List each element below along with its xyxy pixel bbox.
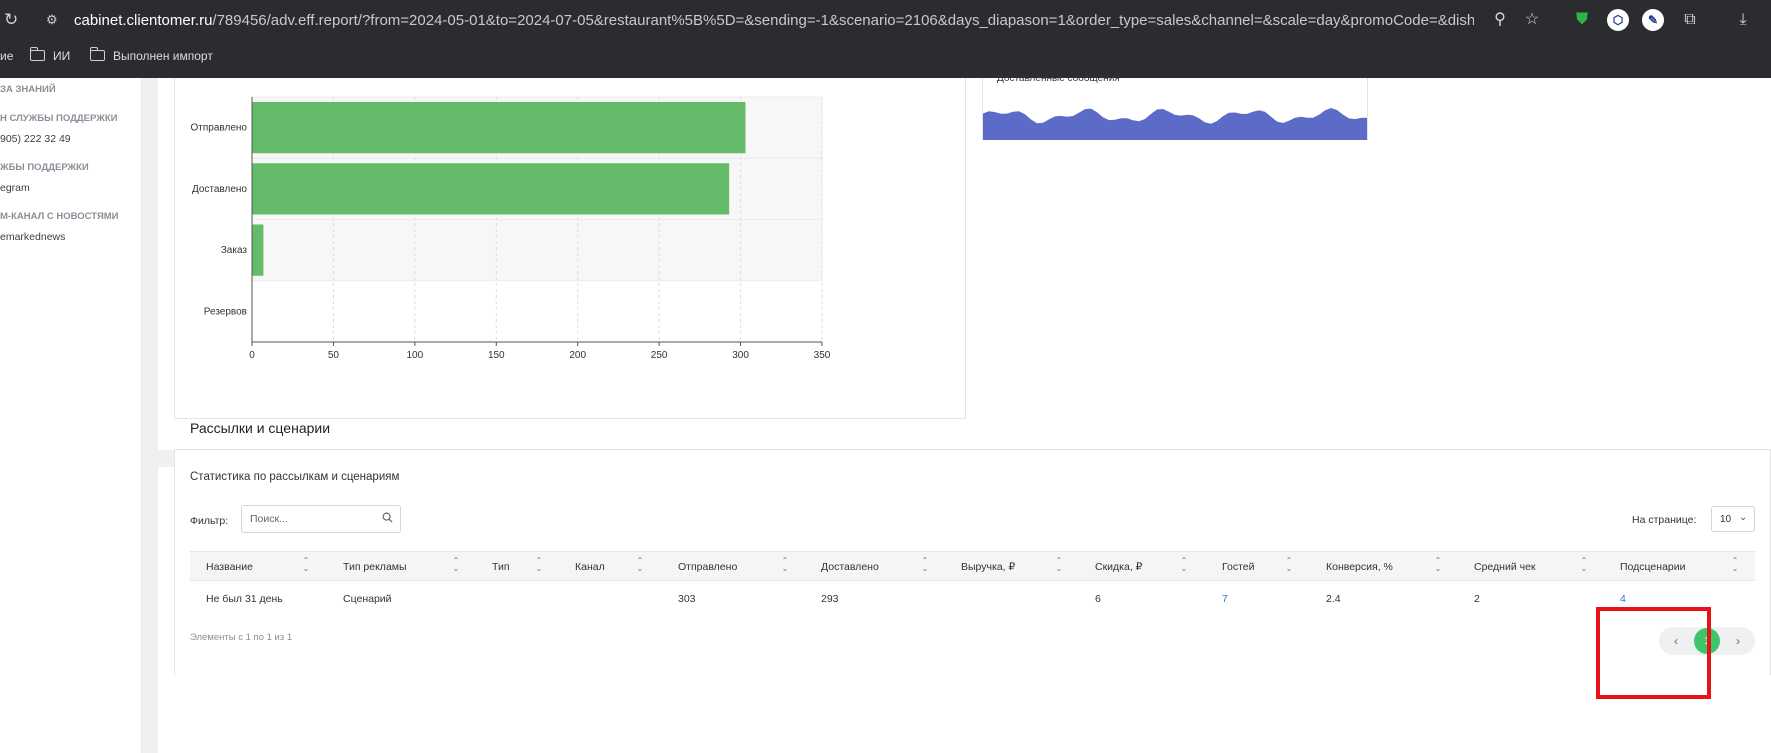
sort-icon[interactable]: ⌃ ⌄ <box>781 557 789 573</box>
pen-extension-icon[interactable]: ✎ <box>1642 9 1664 31</box>
bookmark-label: ИИ <box>53 49 71 63</box>
browser-chrome: ↻ ⚙ cabinet.clientomer.ru/789456/adv.eff… <box>0 0 1771 78</box>
sort-icon[interactable]: ⌃ ⌄ <box>535 557 543 573</box>
sort-icon[interactable]: ⌃ ⌄ <box>1180 557 1188 573</box>
site-settings-icon[interactable]: ⚙ <box>46 11 64 29</box>
bookmark-item[interactable]: ие <box>0 48 13 64</box>
sort-icon[interactable]: ⌃ ⌄ <box>452 557 460 573</box>
search-input[interactable] <box>250 511 378 527</box>
section-title: Рассылки и сценарии <box>190 420 331 436</box>
sort-icon[interactable]: ⌃ ⌄ <box>1580 557 1588 573</box>
chart-band <box>251 219 823 282</box>
folder-icon <box>29 47 45 61</box>
sidebar-knowledge-base[interactable]: ЗА ЗНАНИЙ <box>0 84 56 95</box>
chart-category-label: Заказ <box>221 245 248 256</box>
sort-icon[interactable]: ⌃ ⌄ <box>1731 557 1739 573</box>
red-highlight-box <box>1596 607 1711 699</box>
sidebar-telegram-link[interactable]: egram <box>0 182 30 194</box>
cell-delivered: 293 <box>821 593 839 605</box>
chart-x-tick-label: 50 <box>328 350 340 361</box>
chart-bar <box>252 224 264 276</box>
delivered-messages-panel: Доставленные сообщения <box>982 73 1368 140</box>
column-header-ad-type[interactable]: Тип рекламы <box>343 561 407 573</box>
column-header-discount[interactable]: Скидка, ₽ <box>1095 561 1142 573</box>
reload-icon[interactable]: ↻ <box>4 10 24 30</box>
hexagon-extension-icon[interactable]: ⬡ <box>1607 9 1629 31</box>
cell-conversion: 2.4 <box>1326 593 1341 605</box>
download-icon[interactable]: ⤓ <box>1732 9 1754 31</box>
table-header: Название ⌃ ⌄ Тип рекламы ⌃ ⌄ Тип ⌃ ⌄ Канал … <box>190 551 1755 581</box>
search-icon[interactable] <box>382 512 393 523</box>
table-subtitle: Статистика по рассылкам и сценариям <box>190 471 400 483</box>
sidebar-news-channel-link[interactable]: emarkednews <box>0 231 65 243</box>
chart-x-tick-label: 0 <box>249 350 255 361</box>
sidebar-news-channel-label: М-КАНАЛ С НОВОСТЯМИ <box>0 211 119 222</box>
chart-x-tick-label: 350 <box>814 350 831 361</box>
chart-bar <box>252 102 746 154</box>
column-header-type[interactable]: Тип <box>492 561 510 573</box>
folder-icon <box>89 47 105 61</box>
chart-category-label: Отправлено <box>191 123 248 134</box>
column-header-name[interactable]: Название <box>206 561 253 573</box>
chart-x-tick-label: 250 <box>651 350 668 361</box>
zoom-icon[interactable]: ⚲ <box>1489 9 1511 31</box>
cell-average-check: 2 <box>1474 593 1480 605</box>
shield-extension-icon[interactable]: ⛊ <box>1571 9 1593 31</box>
extensions-puzzle-icon[interactable]: ⧉ <box>1679 9 1701 31</box>
chart-x-tick-label: 100 <box>407 350 424 361</box>
bookmark-star-icon[interactable]: ☆ <box>1521 9 1543 31</box>
per-page-value: 10 <box>1720 514 1732 525</box>
sidebar-support-phone[interactable]: 905) 222 32 49 <box>0 133 71 145</box>
chart-x-tick-label: 300 <box>732 350 749 361</box>
column-header-subscenarios[interactable]: Подсценарии <box>1620 561 1685 573</box>
sort-icon[interactable]: ⌃ ⌄ <box>302 557 310 573</box>
sidebar: ЗА ЗНАНИЙ Н СЛУЖБЫ ПОДДЕРЖКИ 905) 222 32… <box>0 78 142 753</box>
bookmark-folder[interactable]: Выполнен импорт <box>89 47 213 64</box>
sidebar-support-phone-label: Н СЛУЖБЫ ПОДДЕРЖКИ <box>0 113 118 124</box>
delivered-messages-area <box>983 108 1367 140</box>
chart-bar <box>252 163 730 215</box>
pagination-summary: Элементы с 1 по 1 из 1 <box>190 632 293 643</box>
column-header-revenue[interactable]: Выручка, ₽ <box>961 561 1015 573</box>
cell-name: Не был 31 день <box>206 593 283 605</box>
address-bar-row: ↻ ⚙ cabinet.clientomer.ru/789456/adv.eff… <box>0 0 1771 40</box>
sort-icon[interactable]: ⌃ ⌄ <box>636 557 644 573</box>
chart-x-tick-label: 150 <box>488 350 505 361</box>
cell-subscenarios-link[interactable]: 4 <box>1620 593 1626 605</box>
column-header-channel[interactable]: Канал <box>575 561 605 573</box>
sort-icon[interactable]: ⌃ ⌄ <box>921 557 929 573</box>
delivered-messages-area-chart <box>983 108 1367 140</box>
sort-icon[interactable]: ⌃ ⌄ <box>1055 557 1063 573</box>
url-path: /789456/adv.eff.report/?from=2024-05-01&… <box>212 12 1474 29</box>
cell-ad-type: Сценарий <box>343 593 392 605</box>
funnel-chart-panel: Отправлено Доставлено Заказ Резервов 0 50 100 1… <box>174 78 966 419</box>
address-bar[interactable]: cabinet.clientomer.ru/789456/adv.eff.rep… <box>74 11 1474 31</box>
url-host: cabinet.clientomer.ru <box>74 12 213 29</box>
chart-x-tick-label: 200 <box>569 350 586 361</box>
bookmark-label: Выполнен импорт <box>113 49 213 63</box>
chevron-right-icon[interactable]: › <box>1731 633 1745 649</box>
sidebar-support-label: ЖБЫ ПОДДЕРЖКИ <box>0 162 89 173</box>
filter-label: Фильтр: <box>190 515 229 527</box>
column-header-sent[interactable]: Отправлено <box>678 561 737 573</box>
cell-sent: 303 <box>678 593 696 605</box>
chart-category-label: Резервов <box>204 306 247 317</box>
sort-icon[interactable]: ⌃ ⌄ <box>1285 557 1293 573</box>
search-box[interactable] <box>241 505 401 533</box>
sort-icon[interactable]: ⌃ ⌄ <box>1434 557 1442 573</box>
cell-discount: 6 <box>1095 593 1101 605</box>
bookmark-folder[interactable]: ИИ <box>29 47 71 64</box>
per-page-select[interactable]: 10 ⌄ <box>1711 506 1755 532</box>
cell-guests-link[interactable]: 7 <box>1222 593 1228 605</box>
per-page-label: На странице: <box>1632 514 1697 526</box>
funnel-bar-chart: Отправлено Доставлено Заказ Резервов 0 50 100 1… <box>191 96 831 361</box>
column-header-conversion[interactable]: Конверсия, % <box>1326 561 1393 573</box>
chevron-down-icon: ⌄ <box>1739 512 1748 523</box>
column-header-average-check[interactable]: Средний чек <box>1474 561 1536 573</box>
column-header-delivered[interactable]: Доставлено <box>821 561 879 573</box>
chart-category-label: Доставлено <box>192 184 247 195</box>
column-header-guests[interactable]: Гостей <box>1222 561 1254 573</box>
